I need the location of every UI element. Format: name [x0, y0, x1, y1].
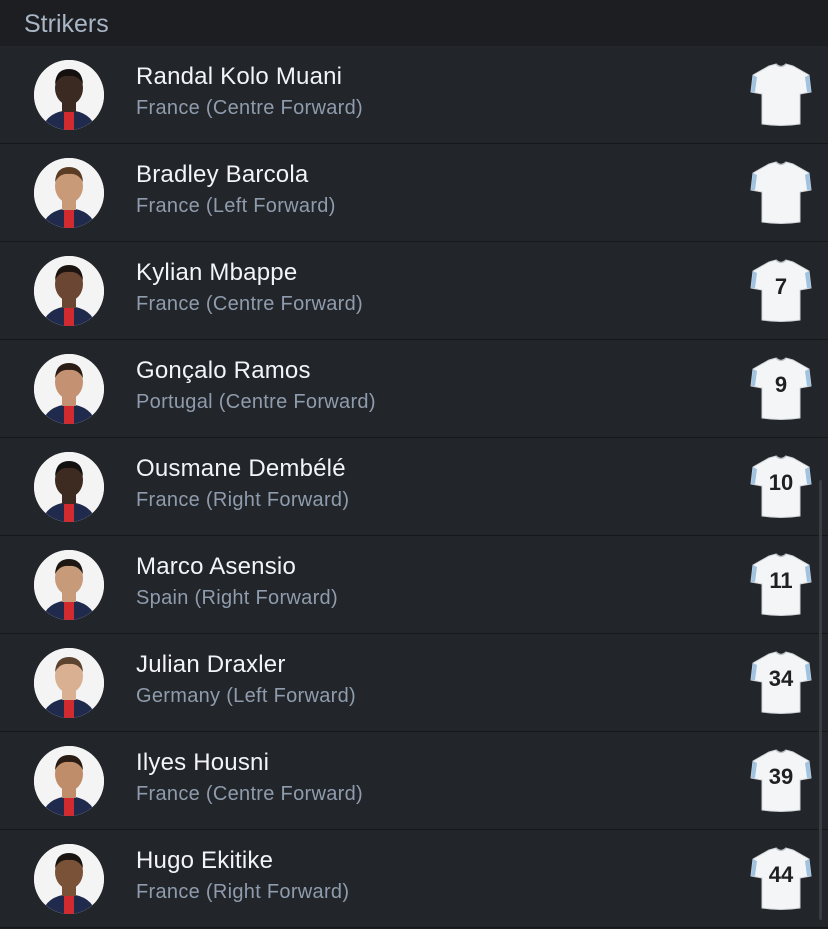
player-nationality-position: France (Right Forward): [136, 881, 350, 903]
jersey-icon: 7: [749, 258, 813, 324]
player-avatar: [34, 746, 104, 816]
jersey-number: 7: [774, 274, 788, 299]
player-row[interactable]: Ilyes Housni France (Centre Forward) 39: [0, 732, 828, 830]
player-row[interactable]: Marco Asensio Spain (Right Forward) 11: [0, 536, 828, 634]
player-name: Bradley Barcola: [136, 161, 309, 188]
jersey-number: 39: [768, 764, 794, 789]
player-row[interactable]: Julian Draxler Germany (Left Forward) 34: [0, 634, 828, 732]
jersey-number: 9: [774, 372, 788, 397]
player-row[interactable]: Gonçalo Ramos Portugal (Centre Forward) 9: [0, 340, 828, 438]
jersey-icon: 44: [749, 846, 813, 912]
player-nationality-position: Portugal (Centre Forward): [136, 391, 376, 413]
section-header: Strikers: [0, 0, 828, 46]
player-name: Randal Kolo Muani: [136, 63, 343, 90]
player-nationality-position: Germany (Left Forward): [136, 685, 356, 707]
jersey-icon: 9: [749, 356, 813, 422]
jersey-number: 34: [768, 666, 794, 691]
player-avatar: [34, 550, 104, 620]
player-nationality-position: France (Left Forward): [136, 195, 336, 217]
jersey-number: 11: [769, 568, 793, 593]
player-name: Marco Asensio: [136, 553, 297, 580]
player-row[interactable]: Bradley Barcola France (Left Forward): [0, 144, 828, 242]
jersey-icon: [749, 160, 813, 226]
jersey-number: 44: [768, 862, 794, 887]
player-avatar: [34, 60, 104, 130]
jersey-icon: 11: [749, 552, 813, 618]
jersey-icon: 39: [749, 748, 813, 814]
scrollbar[interactable]: [819, 480, 822, 920]
player-avatar: [34, 452, 104, 522]
player-name: Hugo Ekitike: [136, 847, 274, 874]
player-nationality-position: France (Centre Forward): [136, 293, 363, 315]
player-row[interactable]: Hugo Ekitike France (Right Forward) 44: [0, 830, 828, 928]
jersey-icon: [749, 62, 813, 128]
player-name: Ousmane Dembélé: [136, 455, 346, 482]
player-name: Julian Draxler: [136, 651, 286, 678]
section-title: Strikers: [24, 10, 109, 38]
player-avatar: [34, 256, 104, 326]
player-nationality-position: France (Right Forward): [136, 489, 350, 511]
player-row[interactable]: Kylian Mbappe France (Centre Forward) 7: [0, 242, 828, 340]
player-row[interactable]: Ousmane Dembélé France (Right Forward) 10: [0, 438, 828, 536]
player-avatar: [34, 648, 104, 718]
jersey-icon: 10: [749, 454, 813, 520]
player-nationality-position: France (Centre Forward): [136, 97, 363, 119]
player-avatar: [34, 354, 104, 424]
player-row[interactable]: Randal Kolo Muani France (Centre Forward): [0, 46, 828, 144]
player-avatar: [34, 844, 104, 914]
player-name: Ilyes Housni: [136, 749, 270, 776]
jersey-icon: 34: [749, 650, 813, 716]
player-name: Kylian Mbappe: [136, 259, 298, 286]
player-list: Randal Kolo Muani France (Centre Forward)…: [0, 46, 828, 928]
player-name: Gonçalo Ramos: [136, 357, 311, 384]
jersey-number: 10: [768, 470, 794, 495]
player-nationality-position: Spain (Right Forward): [136, 587, 338, 609]
player-avatar: [34, 158, 104, 228]
player-nationality-position: France (Centre Forward): [136, 783, 363, 805]
